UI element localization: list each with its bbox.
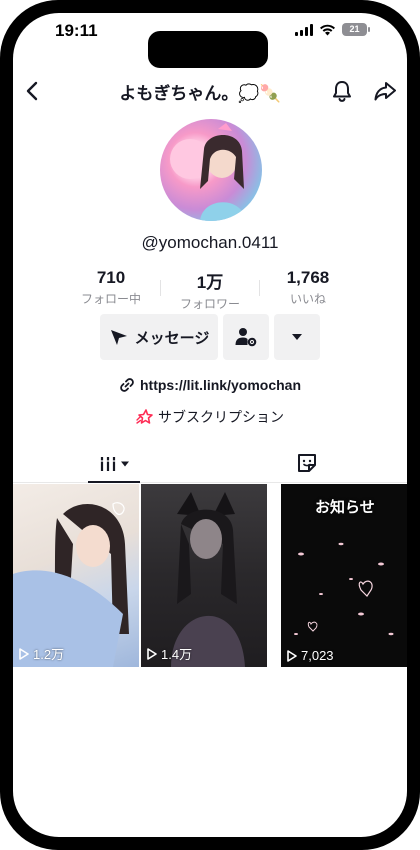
video-grid: 1.2万 1.4万 お知らせ 7,023: [13, 484, 407, 667]
play-icon: [147, 647, 157, 660]
view-count: 7,023: [287, 648, 334, 663]
page-title: よもぎちゃん。💭🍡: [119, 84, 281, 104]
thumbnail-image: [171, 492, 245, 667]
view-count-text: 1.2万: [33, 647, 65, 662]
avatar[interactable]: [160, 119, 262, 221]
view-count: 1.2万: [19, 644, 64, 663]
stat-value: 710: [96, 268, 126, 287]
bio-link[interactable]: https://lit.link/yomochan: [13, 377, 407, 393]
stat-likes[interactable]: 1,768 いいね: [260, 268, 356, 307]
tab-videos[interactable]: [88, 445, 140, 482]
video-thumbnail[interactable]: 1.2万: [13, 484, 139, 667]
phone-frame: 19:11 21 よもぎちゃん。💭🍡 @yomochan.0411 710 フォ…: [0, 0, 420, 850]
caret-down-icon: [292, 334, 302, 340]
subscription-text: サブスクリプション: [158, 410, 284, 426]
bell-icon[interactable]: [328, 77, 356, 105]
thumbnail-overlay-text: お知らせ: [315, 498, 375, 516]
video-thumbnail[interactable]: 1.4万: [141, 484, 267, 667]
wifi-icon: [320, 24, 335, 35]
dynamic-island: [148, 31, 268, 68]
status-time: 19:11: [55, 21, 98, 40]
view-count-text: 1.4万: [161, 647, 193, 662]
star-burst-icon: [136, 409, 153, 424]
view-count-text: 7,023: [301, 648, 334, 663]
user-settings-icon: [235, 328, 257, 347]
video-thumbnail[interactable]: お知らせ 7,023: [281, 484, 407, 667]
stat-label: いいね: [289, 292, 326, 306]
username: @yomochan.0411: [141, 233, 279, 252]
stat-value: 1万: [196, 273, 224, 292]
stat-value: 1,768: [286, 268, 330, 287]
back-icon[interactable]: [19, 77, 47, 105]
stat-followers[interactable]: 1万 フォロワー: [162, 268, 258, 312]
tab-indicator: [88, 481, 140, 483]
message-button-label: メッセージ: [134, 328, 210, 347]
status-icons: 21: [295, 23, 370, 36]
top-navbar: よもぎちゃん。💭🍡: [13, 73, 407, 109]
send-icon: [110, 330, 127, 345]
battery-icon: 21: [342, 23, 370, 36]
play-icon: [287, 649, 297, 662]
profile-tabs: [13, 445, 407, 483]
thumbnail-image: [13, 502, 129, 667]
screen: 19:11 21 よもぎちゃん。💭🍡 @yomochan.0411 710 フォ…: [13, 13, 407, 837]
stat-label: フォロー中: [80, 292, 141, 306]
add-friend-button[interactable]: [223, 314, 269, 360]
divider: [160, 280, 161, 296]
bio-link-text: https://lit.link/yomochan: [139, 377, 301, 393]
subscription-link[interactable]: サブスクリプション: [13, 407, 407, 427]
play-icon: [19, 647, 29, 660]
stat-following[interactable]: 710 フォロー中: [63, 268, 159, 307]
stats-row: 710 フォロー中 1万 フォロワー 1,768 いいね: [13, 268, 407, 312]
tab-reposts-icon[interactable]: [293, 449, 321, 477]
signal-icon: [295, 23, 313, 36]
link-icon: [120, 378, 134, 392]
caret-down-icon: [120, 461, 129, 466]
view-count: 1.4万: [147, 644, 192, 663]
grid-icon: [99, 456, 116, 471]
stat-label: フォロワー: [179, 297, 240, 311]
share-icon[interactable]: [371, 77, 399, 105]
more-options-button[interactable]: [274, 314, 320, 360]
message-button[interactable]: メッセージ: [100, 314, 218, 360]
avatar-image: [170, 123, 246, 221]
